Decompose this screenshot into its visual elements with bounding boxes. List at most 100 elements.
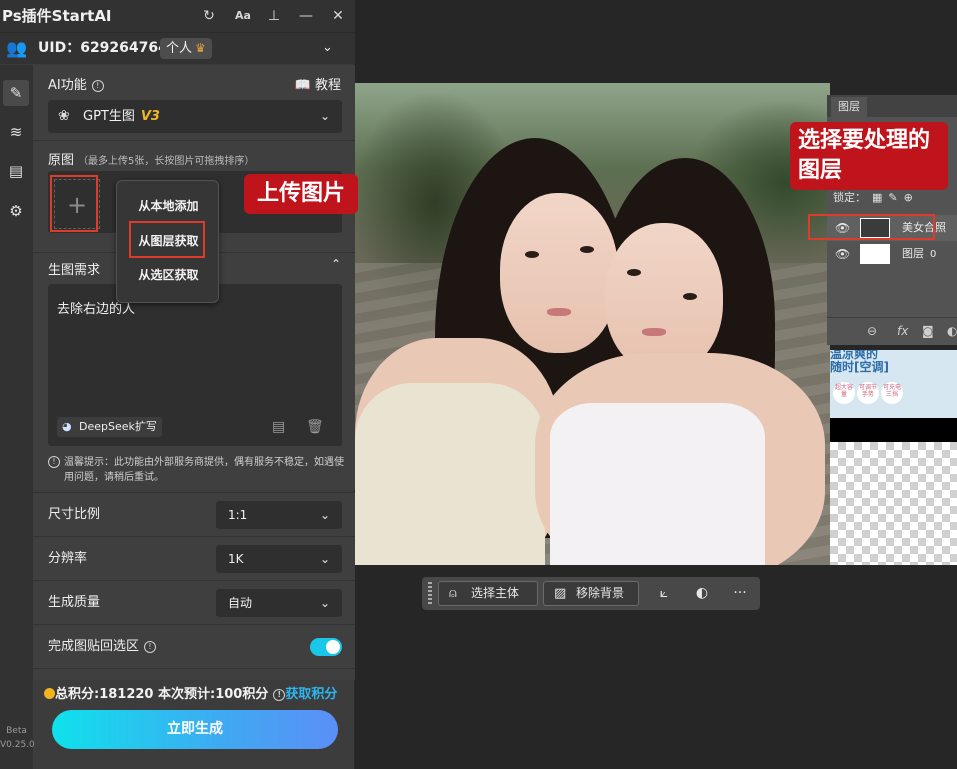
edit-icon[interactable]: ✎	[3, 80, 29, 106]
chevron-down-icon: ⌄	[319, 596, 330, 610]
quality-row: 生成质量 自动 ⌄	[33, 580, 355, 624]
chevron-down-icon: ⌄	[319, 508, 330, 522]
tab-layers[interactable]: 图层	[831, 97, 867, 117]
layers-footer: ⊖ fx ◙ ◐	[827, 317, 957, 343]
screen: 温凉爽的 随时[空调] 超大容量 可调节手势 可充电三挡 图层 锁定： ▦ ✎ ⊕ 👁…	[0, 0, 957, 769]
paste-back-toggle[interactable]	[310, 638, 342, 656]
get-credits-link[interactable]: 获取积分	[285, 687, 337, 702]
tutorial-link[interactable]: 📖 教程	[295, 74, 341, 93]
quality-value: 自动	[228, 596, 253, 610]
menu-item-from-selection[interactable]: 从选区获取	[117, 258, 220, 292]
history-icon[interactable]: ▤	[272, 419, 285, 435]
menu-item-local[interactable]: 从本地添加	[117, 189, 220, 223]
layer-row-layer0[interactable]: 👁 图层 0	[827, 241, 957, 267]
chevron-down-icon[interactable]: ⌄	[322, 33, 333, 63]
strip-line-2: 随时[空调]	[830, 360, 889, 374]
photo-right-face	[605, 223, 723, 373]
info-icon[interactable]: !	[91, 80, 104, 92]
image-icon: ▨	[554, 586, 567, 601]
lock-label: 锁定：	[833, 191, 866, 204]
paste-back-label: 完成图贴回选区!	[48, 625, 157, 669]
layer-thumbnail	[860, 244, 890, 264]
transform-icon[interactable]: ⟀	[652, 581, 676, 606]
lock-transparent-icon[interactable]: ▦	[872, 187, 882, 209]
layers-tabbar: 图层	[827, 95, 957, 117]
photo-eye	[683, 293, 697, 300]
more-options-icon[interactable]: ···	[728, 581, 752, 606]
select-subject-label: 选择主体	[471, 586, 520, 600]
beta-label: Beta	[6, 726, 27, 736]
canvas-side-thumbnail: 温凉爽的 随时[空调] 超大容量 可调节手势 可充电三挡	[830, 350, 957, 418]
eye-icon[interactable]: 👁	[835, 241, 850, 267]
book-icon: 📖	[294, 78, 311, 93]
fx-icon[interactable]: fx	[897, 318, 908, 344]
minimize-icon[interactable]: —	[296, 0, 316, 32]
generate-button[interactable]: 立即生成	[52, 710, 338, 749]
source-label: 原图 （最多上传5张，长按图片可拖拽排序）	[48, 149, 254, 168]
paste-back-row: 完成图贴回选区!	[33, 624, 355, 668]
ai-function-section: AI功能! 📖 教程 ❀ GPT生图 V3 ⌄	[33, 65, 355, 140]
close-icon[interactable]: ✕	[328, 0, 348, 32]
aspect-ratio-label: 尺寸比例	[48, 507, 101, 522]
credits-text: 总积分:181220 本次预计:100积分	[55, 687, 269, 702]
pin-icon[interactable]: ⊥	[264, 0, 284, 32]
layer-name-text: 图层	[902, 247, 924, 260]
refresh-icon[interactable]: ↻	[199, 0, 219, 32]
drag-handle[interactable]	[428, 582, 432, 605]
photo-left-face	[500, 193, 618, 353]
aspect-ratio-row: 尺寸比例 1:1 ⌄	[33, 492, 355, 536]
deepseek-label: DeepSeek扩写	[79, 420, 157, 433]
select-subject-button[interactable]: ⍝ 选择主体	[438, 581, 538, 606]
account-badge[interactable]: 个人 ♛	[160, 38, 212, 59]
info-icon[interactable]: !	[144, 641, 157, 653]
canvas-image[interactable]	[355, 83, 830, 565]
deepseek-expand-button[interactable]: ◕ DeepSeek扩写	[57, 417, 162, 437]
toggle-knob	[326, 640, 340, 654]
lock-position-icon[interactable]: ⊕	[904, 187, 913, 209]
callout-upload: 上传图片	[244, 174, 358, 214]
photo-eye	[627, 269, 641, 276]
remove-background-label: 移除背景	[576, 586, 625, 600]
layer-name-suffix: 0	[930, 249, 937, 260]
chevron-down-icon: ⌄	[319, 552, 330, 566]
settings-icon[interactable]: ⚙	[3, 198, 29, 224]
plugin-titlebar: Ps插件StartAI ↻ Aa ⊥ — ✕	[0, 0, 355, 32]
source-hint: （最多上传5张，长按图片可拖拽排序）	[78, 156, 255, 167]
canvas-black-band	[830, 418, 957, 442]
tutorial-label: 教程	[314, 78, 341, 93]
plugin-title: Ps插件StartAI	[2, 7, 112, 25]
ai-function-label: AI功能!	[48, 74, 104, 93]
adjustment-icon[interactable]: ◐	[947, 318, 957, 344]
notice-text: 温馨提示：此功能由外部服务商提供，偶有服务不稳定，如遇使用问题，请稍后重试。	[64, 457, 344, 483]
plugin-sidebar: ✎ ≋ ▤ ⚙ Beta V0.25.0	[0, 65, 35, 769]
openai-icon: ❀	[58, 108, 70, 124]
layers-icon[interactable]: ≋	[3, 119, 29, 145]
strip-bubble: 超大容量	[833, 382, 855, 404]
lock-paint-icon[interactable]: ✎	[888, 187, 897, 209]
clipboard-icon[interactable]: ▤	[3, 158, 29, 184]
callout-select-layer: 选择要处理的图层	[790, 122, 948, 190]
layer-name: 图层 0	[902, 241, 936, 268]
remove-background-button[interactable]: ▨ 移除背景	[543, 581, 639, 606]
deepseek-icon: ◕	[62, 420, 72, 433]
info-icon[interactable]: !	[273, 689, 286, 701]
resolution-select[interactable]: 1K ⌄	[216, 545, 342, 573]
crown-icon: ♛	[195, 41, 206, 55]
highlight-from-layer	[129, 221, 205, 258]
account-badge-label: 个人	[166, 41, 193, 56]
chevron-up-icon[interactable]: ⌃	[331, 257, 341, 271]
mask-icon[interactable]: ◙	[922, 318, 934, 344]
ai-function-select[interactable]: ❀ GPT生图 V3 ⌄	[48, 100, 342, 133]
trash-icon[interactable]: 🗑	[306, 419, 324, 435]
link-icon[interactable]: ⊖	[867, 318, 877, 344]
prompt-textarea[interactable]: 去除右边的人 ◕ DeepSeek扩写 ▤ 🗑	[48, 284, 342, 446]
strip-bubble: 可调节手势	[857, 382, 879, 404]
photo-lips	[547, 308, 571, 316]
ai-function-selected: GPT生图	[83, 109, 135, 124]
photo-eye	[580, 246, 594, 253]
aspect-ratio-select[interactable]: 1:1 ⌄	[216, 501, 342, 529]
font-size-icon[interactable]: Aa	[231, 0, 255, 32]
adjustment-icon[interactable]: ◐	[690, 581, 714, 606]
service-notice: ! 温馨提示：此功能由外部服务商提供，偶有服务不稳定，如遇使用问题，请稍后重试。	[48, 455, 348, 485]
quality-select[interactable]: 自动 ⌄	[216, 589, 342, 617]
